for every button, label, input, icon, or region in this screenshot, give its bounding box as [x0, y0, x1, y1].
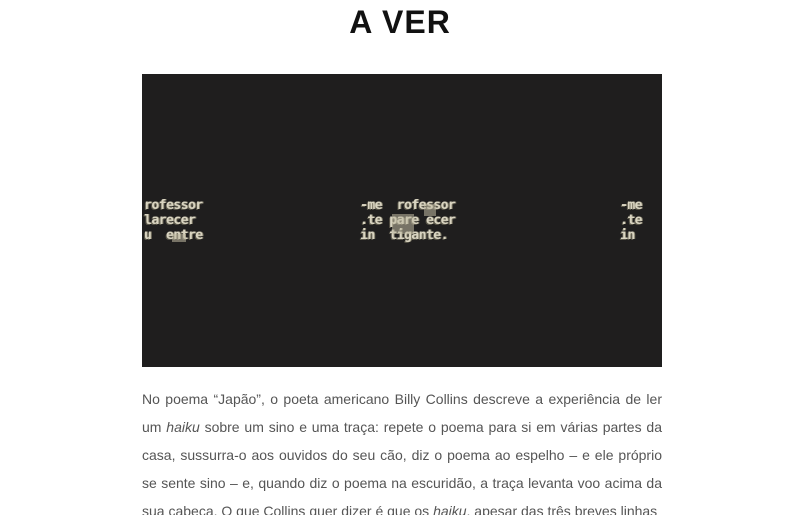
video-overlay-text-right: -me .te in	[620, 198, 642, 243]
article-paragraph: No poema “Japão”, o poeta americano Bill…	[142, 385, 662, 515]
video-glitch-artifact	[172, 234, 186, 242]
haiku-emphasis: haiku	[166, 419, 200, 435]
haiku-emphasis: haiku	[433, 503, 467, 515]
page-title: A VER	[349, 4, 451, 40]
video-glitch-artifact	[392, 214, 414, 234]
video-glitch-artifact	[424, 204, 436, 216]
page: A VER rofessor larecer u entre -me rofes…	[0, 0, 800, 515]
video-player[interactable]: rofessor larecer u entre -me rofessor .t…	[142, 74, 662, 367]
